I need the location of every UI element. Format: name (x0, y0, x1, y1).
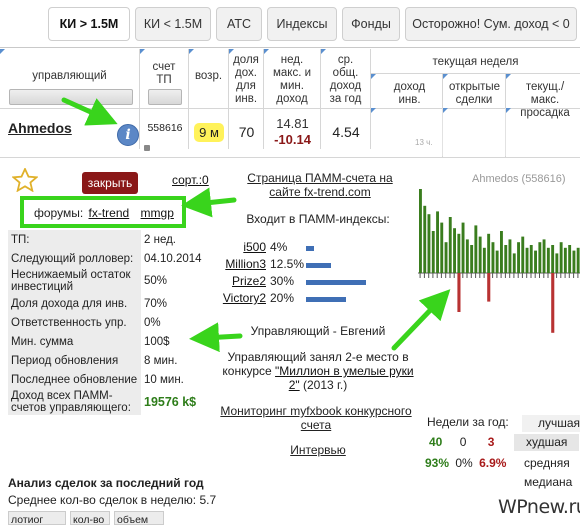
arrow-to-chart (391, 289, 451, 351)
arrow-to-forums (181, 187, 237, 218)
arrow-to-min-sum (189, 322, 243, 353)
arrow-to-info (61, 97, 118, 126)
annotation-arrows (61, 97, 451, 353)
